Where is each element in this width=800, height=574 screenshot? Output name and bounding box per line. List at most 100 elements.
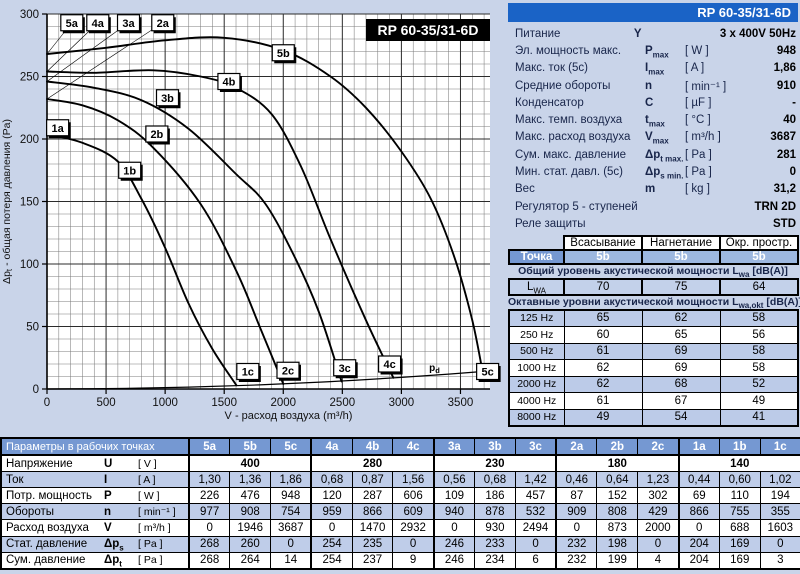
point-label-5a: 5a <box>66 18 79 30</box>
point-label-1a: 1a <box>52 123 65 135</box>
octave-frequency-label: 4000 Hz <box>508 392 565 410</box>
op-data-cell: 0 <box>759 535 800 553</box>
op-data-cell: 866 <box>677 503 720 521</box>
point-label-3b: 3b <box>161 93 174 105</box>
quantity-symbol: Δps min. <box>645 166 684 181</box>
y-axis-title: Δpt - общая потеря давления (Pa) <box>1 119 14 284</box>
op-data-cell: 287 <box>351 487 394 505</box>
acoustic-column-header: Окр. простр. <box>719 234 799 251</box>
spec-value: TRN 2D <box>754 200 796 213</box>
octave-frequency-label: 125 Hz <box>508 309 565 328</box>
spec-unit: [ W ] <box>685 44 709 57</box>
op-data-cell: 302 <box>637 487 680 505</box>
octave-value: 60 <box>563 326 643 344</box>
op-row-label-cell: Сум. давление Δpt [ Pa ] <box>0 551 190 570</box>
op-point-header: 3b <box>474 437 516 457</box>
op-data-cell: 457 <box>514 487 557 505</box>
op-data-cell: 1,02 <box>759 471 800 489</box>
op-data-cell: 948 <box>270 487 312 505</box>
y-tick-label: 250 <box>20 72 39 84</box>
acoustic-lwa-table: LWA 70 75 64 <box>508 277 799 296</box>
op-data-cell: 0,68 <box>310 471 353 489</box>
quantity-symbol: LWA <box>527 280 546 295</box>
spec-label: Вес <box>515 183 535 196</box>
op-data-cell: 199 <box>596 551 639 570</box>
op-data-cell: 110 <box>718 487 761 505</box>
quantity-symbol: V <box>104 522 112 535</box>
op-data-cell: 1,23 <box>637 471 680 489</box>
op-point-header: 2b <box>596 437 639 457</box>
y-tick-label: 300 <box>20 9 39 21</box>
acoustic-total-unit: [dB(A)] <box>752 264 788 277</box>
spec-unit: [ Pa ] <box>685 148 712 161</box>
acoustic-corner-cell <box>509 236 564 250</box>
y-tick-label: 50 <box>26 322 39 334</box>
op-row-unit: [ Pa ] <box>138 554 163 567</box>
op-data-cell: 1603 <box>759 519 800 537</box>
acoustic-column-header: Нагнетание <box>641 234 721 251</box>
op-data-cell: 476 <box>229 487 272 505</box>
op-data-cell: 260 <box>229 535 272 553</box>
operating-points-table: Параметры в рабочих точках 5a 5b 5c 4a 4b 4c 3a… <box>0 437 800 570</box>
spec-label: Питание <box>515 27 561 40</box>
spec-label: Регулятор 5 - ступеней <box>515 200 638 213</box>
point-label-4a: 4a <box>92 18 105 30</box>
octave-row: 4000 Hz 61 67 49 <box>508 392 799 410</box>
point-label-3a: 3a <box>122 18 135 30</box>
op-data-cell: 204 <box>677 535 720 553</box>
op-data-cell: 1,42 <box>514 471 557 489</box>
op-data-row: Ток I[ A ] 1,30 1,36 1,86 0,68 0,87 1,56 0,56 0,6… <box>0 471 800 489</box>
octave-row: 500 Hz 61 69 58 <box>508 342 799 361</box>
op-row-label-text: Ток <box>6 473 24 486</box>
op-row-label-cell: Стат. давление Δps [ Pa ] <box>0 535 190 553</box>
octave-frequency-label: 250 Hz <box>508 326 565 344</box>
op-data-cell: 14 <box>270 551 312 570</box>
point-label-1c: 1c <box>242 367 254 379</box>
acoustic-total-title: Общий уровень акустической мощности Lwa … <box>518 264 788 279</box>
op-data-cell: 532 <box>514 503 557 521</box>
model-title-bar: RP 60-35/31-6D <box>508 3 798 22</box>
op-data-cell: 0 <box>270 535 312 553</box>
point-label-4b: 4b <box>223 77 236 89</box>
op-data-cell: 0 <box>310 519 353 537</box>
octave-value: 41 <box>719 408 799 427</box>
op-header-row: Параметры в рабочих точках 5a 5b 5c 4a 4b 4c 3a… <box>0 437 800 457</box>
op-row-label-text: Стат. давление <box>6 538 88 551</box>
spec-label: Макс. расход воздуха <box>515 131 631 144</box>
op-data-row: Сум. давление Δpt [ Pa ] 268 264 14 254 237 9 246… <box>0 551 800 570</box>
op-data-cell: 194 <box>759 487 800 505</box>
op-data-cell: 204 <box>677 551 720 570</box>
op-data-cell: 3687 <box>270 519 312 537</box>
octave-value: 49 <box>719 392 799 410</box>
op-data-cell: 237 <box>351 551 394 570</box>
op-data-cell: 429 <box>637 503 680 521</box>
op-row-label-text: Расход воздуха <box>6 522 89 535</box>
spec-unit: [ µF ] <box>685 96 712 109</box>
op-data-cell: 606 <box>392 487 435 505</box>
acoustic-section: Всасывание Нагнетание Окр. простр. Точка 5b 5… <box>508 234 800 428</box>
op-data-cell: 866 <box>351 503 394 521</box>
quantity-symbol: C <box>645 96 654 109</box>
spec-row: Питание Y 3 x 400V 50Hz <box>508 25 798 42</box>
op-data-cell: 120 <box>310 487 353 505</box>
spec-panel: RP 60-35/31-6D Питание Y 3 x 400V 50Hz Эл. … <box>508 0 800 428</box>
op-point-header: 1b <box>718 437 761 457</box>
op-point-header: 5b <box>229 437 272 457</box>
op-row-label-cell: Потр. мощность P [ W ] <box>0 487 190 505</box>
spec-row: Мин. стат. давл. (5с) Δps min.[ Pa ] 0 <box>508 163 798 180</box>
quantity-symbol: tmax <box>645 114 665 129</box>
op-row-label: Обороты n [ min⁻¹ ] <box>2 506 188 518</box>
op-row-unit: [ Pa ] <box>138 538 163 551</box>
op-row-unit: [ W ] <box>138 489 160 502</box>
point-label-2a: 2a <box>157 18 170 30</box>
op-data-cell: 268 <box>188 535 231 553</box>
spec-unit: [ °C ] <box>685 114 711 127</box>
op-data-cell: 2494 <box>514 519 557 537</box>
acoustic-octave-title-text: Октавные уровни акустической мощности <box>508 295 730 308</box>
octave-row: 125 Hz 65 62 58 <box>508 309 799 328</box>
octave-row: 8000 Hz 49 54 41 <box>508 408 799 427</box>
op-row-label: Напряжение U [ V ] <box>2 458 188 470</box>
octave-frequency-label: 500 Hz <box>508 342 565 361</box>
op-data-cell: 169 <box>718 551 761 570</box>
octave-value: 58 <box>719 309 799 328</box>
